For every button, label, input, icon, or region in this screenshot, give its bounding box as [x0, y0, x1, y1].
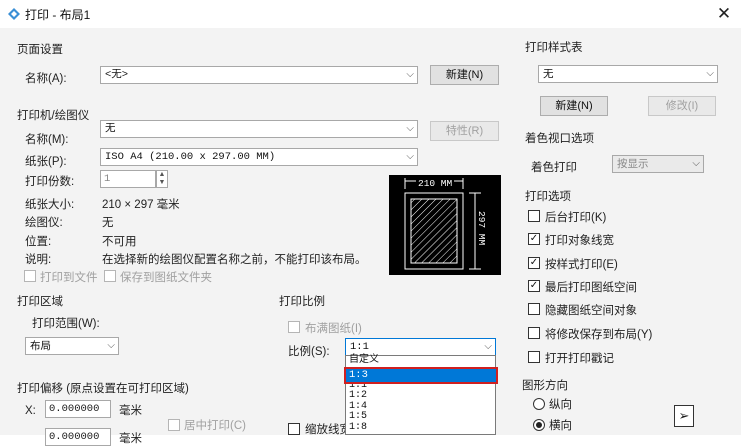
plot-option-label: 隐藏图纸空间对象	[545, 305, 637, 317]
scale-lineweights-checkbox[interactable]	[288, 423, 300, 435]
plot-option-checkbox[interactable]: ✓	[528, 233, 540, 245]
plot-style-value: 无	[543, 68, 554, 80]
scale-option[interactable]: 1:4	[346, 401, 495, 413]
paper-size-label: 纸张大小:	[25, 199, 75, 211]
location-label: 位置:	[25, 236, 52, 248]
page-setup-name-select[interactable]: <无> ⌵	[100, 66, 418, 84]
landscape-radio[interactable]	[533, 419, 545, 431]
paper-preview: 210 MM 297 MM	[389, 175, 501, 275]
chevron-down-icon: ⌵	[406, 151, 414, 162]
offset-y-input[interactable]: 0.000000	[45, 428, 111, 446]
chevron-down-icon: ⌵	[406, 123, 414, 134]
center-plot-checkbox[interactable]	[168, 419, 180, 431]
chevron-down-icon: ⌵	[706, 68, 714, 79]
plot-option-checkbox[interactable]: ✓	[528, 280, 540, 292]
orientation-preview-icon: ➢	[674, 405, 694, 427]
chevron-down-icon: ⌵	[107, 340, 115, 351]
print-to-file-label: 打印到文件	[40, 272, 98, 284]
plot-scale-group-label: 打印比例	[279, 296, 325, 308]
scale-option-selected[interactable]: 1:3	[344, 367, 498, 384]
close-button[interactable]: ✕	[712, 3, 736, 25]
plot-style-edit-button[interactable]: 修改(I)	[648, 96, 716, 116]
scale-select[interactable]: 1:1 ⌵	[345, 338, 496, 356]
printer-name-label: 名称(M):	[25, 134, 69, 146]
center-plot-label: 居中打印(C)	[184, 420, 246, 432]
print-dialog: 打印 - 布局1 ✕ 页面设置 名称(A): <无> ⌵ 新建(N) 打印机/绘…	[0, 0, 741, 446]
save-to-paper-folder-checkbox[interactable]	[104, 270, 116, 282]
plot-option-checkbox[interactable]	[528, 303, 540, 315]
chevron-down-icon: ⌵	[406, 69, 414, 80]
window-title: 打印 - 布局1	[25, 8, 91, 22]
save-to-paper-folder-label: 保存到图纸文件夹	[120, 272, 212, 284]
plot-style-new-button[interactable]: 新建(N)	[540, 96, 608, 116]
plot-option-checkbox[interactable]	[528, 327, 540, 339]
plot-option-checkbox[interactable]	[528, 210, 540, 222]
plot-offset-group-label: 打印偏移 (原点设置在可打印区域)	[17, 383, 189, 395]
printer-name-select[interactable]: 无 ⌵	[100, 120, 418, 138]
preview-width-label: 210 MM	[416, 178, 455, 189]
plot-options-group-label: 打印选项	[525, 191, 571, 203]
shade-plot-label: 着色打印	[531, 162, 577, 174]
plot-option-label: 打开打印戳记	[545, 353, 614, 365]
scale-option[interactable]: 1:2	[346, 390, 495, 402]
plot-range-select[interactable]: 布局 ⌵	[25, 337, 119, 355]
plot-area-group-label: 打印区域	[17, 296, 63, 308]
page-setup-group-label: 页面设置	[17, 44, 63, 56]
printer-name-value: 无	[105, 123, 116, 135]
plot-option-label: 按样式打印(E)	[545, 259, 618, 271]
plot-option-checkbox[interactable]	[528, 351, 540, 363]
app-logo-icon	[8, 8, 20, 20]
page-setup-new-button[interactable]: 新建(N)	[430, 65, 499, 85]
description-label: 说明:	[25, 254, 52, 266]
title-bar: 打印 - 布局1 ✕	[0, 0, 741, 28]
portrait-label: 纵向	[549, 399, 572, 411]
page-setup-name-label: 名称(A):	[25, 73, 67, 85]
fit-to-paper-label: 布满图纸(I)	[305, 323, 362, 335]
offset-x-label: X:	[25, 405, 36, 417]
chevron-down-icon: ⌵	[692, 158, 700, 169]
plotter-value: 无	[102, 217, 114, 229]
plotter-label: 绘图仪:	[25, 217, 63, 229]
plot-range-label: 打印范围(W):	[32, 318, 100, 330]
landscape-label: 横向	[549, 420, 572, 432]
chevron-down-icon: ⌵	[484, 341, 492, 352]
plot-option-checkbox[interactable]: ✓	[528, 257, 540, 269]
copies-input[interactable]: 1	[100, 170, 156, 188]
plot-style-select[interactable]: 无 ⌵	[538, 65, 718, 83]
plot-option-label: 打印对象线宽	[545, 235, 614, 247]
portrait-radio[interactable]	[533, 398, 545, 410]
copies-spinner[interactable]: ▲ ▼	[156, 170, 168, 188]
shaded-viewport-group-label: 着色视口选项	[525, 133, 594, 145]
fit-to-paper-checkbox[interactable]	[288, 321, 300, 333]
paper-size-value: 210 × 297 毫米	[102, 199, 180, 211]
plot-option-label: 后台打印(K)	[545, 212, 607, 224]
offset-x-input[interactable]: 0.000000	[45, 400, 111, 418]
printer-group-label: 打印机/绘图仪	[17, 110, 90, 122]
copies-label: 打印份数:	[25, 176, 75, 188]
page-setup-name-value: <无>	[105, 69, 129, 81]
scale-label: 比例(S):	[288, 346, 330, 358]
location-value: 不可用	[102, 236, 137, 248]
scale-value: 1:1	[350, 341, 369, 353]
offset-y-unit: 毫米	[119, 433, 142, 445]
printer-properties-button[interactable]: 特性(R)	[430, 121, 499, 141]
shade-plot-select[interactable]: 按显示 ⌵	[612, 155, 704, 173]
description-value: 在选择新的绘图仪配置名称之前，不能打印该布局。	[102, 254, 367, 266]
print-to-file-checkbox[interactable]	[24, 270, 36, 282]
plot-range-value: 布局	[30, 340, 51, 352]
preview-height-label: 297 MM	[476, 211, 487, 246]
scale-option[interactable]: 1:8	[346, 422, 495, 434]
orientation-group-label: 图形方向	[522, 380, 568, 392]
paper-label: 纸张(P):	[25, 156, 67, 168]
scale-option[interactable]: 自定义	[346, 355, 495, 367]
paper-select[interactable]: ISO A4 (210.00 x 297.00 MM) ⌵	[100, 148, 418, 166]
scale-option[interactable]: 1:5	[346, 411, 495, 423]
plot-option-label: 将修改保存到布局(Y)	[545, 329, 653, 341]
plot-style-group-label: 打印样式表	[525, 42, 583, 54]
paper-value: ISO A4 (210.00 x 297.00 MM)	[105, 151, 276, 163]
offset-x-unit: 毫米	[119, 405, 142, 417]
shade-plot-value: 按显示	[617, 158, 649, 170]
plot-option-label: 最后打印图纸空间	[545, 282, 637, 294]
